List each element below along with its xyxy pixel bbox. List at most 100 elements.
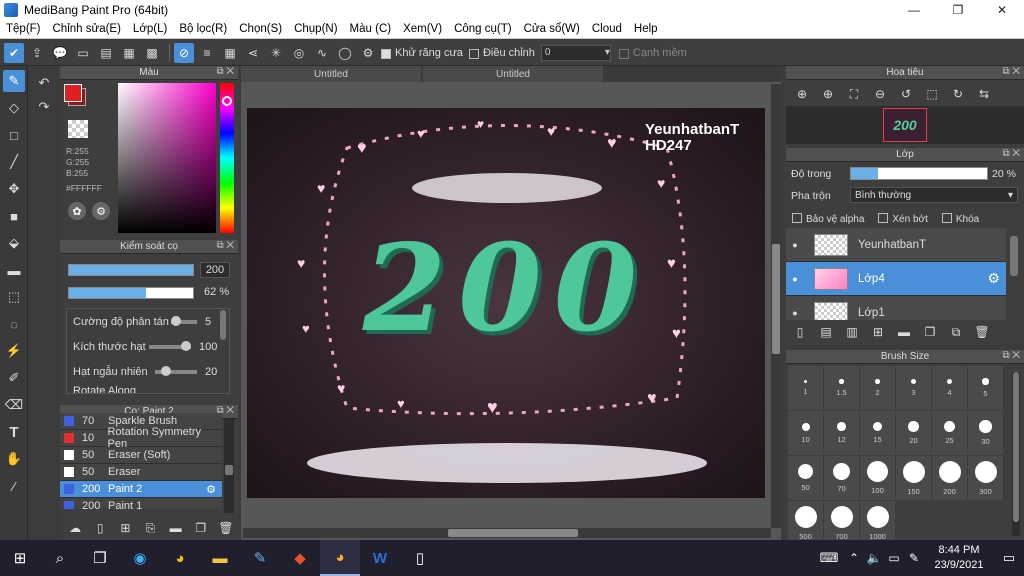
brush-size-cell[interactable]: 12: [824, 411, 859, 455]
horizontal-scrollbar[interactable]: [243, 528, 771, 538]
language-icon[interactable]: ✎: [904, 540, 924, 576]
smudge-tool-icon[interactable]: ╱: [3, 151, 25, 173]
panel-close-icon[interactable]: ⧉ ✕: [216, 66, 234, 77]
new-layer-icon[interactable]: ▯: [790, 322, 810, 342]
delete-brush-icon[interactable]: 🗑: [217, 518, 235, 538]
protect-alpha-checkbox[interactable]: [792, 213, 802, 223]
ellipse-snap-icon[interactable]: ◯: [335, 43, 355, 63]
lock-option[interactable]: Khóa: [941, 212, 979, 225]
hue-handle[interactable]: [222, 96, 232, 106]
menu-select[interactable]: Chọn(S): [233, 23, 288, 35]
parallel-snap-icon[interactable]: ≡: [197, 43, 217, 63]
task-view-icon[interactable]: ❐: [80, 540, 120, 576]
redo-icon[interactable]: ↷: [33, 96, 55, 118]
brush-size-cell[interactable]: 10: [788, 411, 823, 455]
zoom-in-icon[interactable]: ⊕: [818, 84, 838, 104]
panel-close-icon[interactable]: ⧉ ✕: [1002, 350, 1020, 361]
share-icon[interactable]: ⇪: [27, 43, 47, 63]
phone-app-icon[interactable]: ▯: [400, 540, 440, 576]
brush-size-cell[interactable]: 15: [860, 411, 895, 455]
select-eraser-tool-icon[interactable]: ⌫: [3, 394, 25, 416]
eyedropper-tool-icon[interactable]: ⁄: [3, 475, 25, 497]
close-button[interactable]: ✕: [980, 0, 1024, 20]
vertical-scrollbar[interactable]: [771, 84, 781, 528]
hand-tool-icon[interactable]: ✋: [3, 448, 25, 470]
layer-item[interactable]: ● YeunhatbanT: [786, 228, 1006, 262]
rotate-left-icon[interactable]: ↺: [896, 84, 916, 104]
network-icon[interactable]: ▭: [884, 540, 904, 576]
chrome-browser-icon[interactable]: ◕: [160, 540, 200, 576]
brush-size-cell[interactable]: 100: [860, 456, 895, 500]
snap-settings-icon[interactable]: ⚙: [358, 43, 378, 63]
duplicate-layer-icon[interactable]: ❐: [920, 322, 940, 342]
layer-opacity-slider[interactable]: [850, 167, 988, 180]
add-brush-icon[interactable]: ⊞: [116, 518, 134, 538]
rotate-right-icon[interactable]: ↻: [948, 84, 968, 104]
brush-size-cell[interactable]: 20: [896, 411, 931, 455]
menu-help[interactable]: Help: [628, 23, 664, 35]
brush-size-cell[interactable]: 150: [896, 456, 931, 500]
palette-icon[interactable]: ✿: [68, 202, 86, 220]
volume-icon[interactable]: 🔈: [864, 540, 884, 576]
brush-size-cell[interactable]: 4: [932, 366, 967, 410]
clip-option[interactable]: Xén bớt: [878, 212, 928, 225]
brush-size-cell[interactable]: 25: [932, 411, 967, 455]
add-layer-menu-icon[interactable]: ⊞: [868, 322, 888, 342]
reset-view-icon[interactable]: ⬚: [922, 84, 942, 104]
windows-start-icon[interactable]: ⊞: [0, 540, 40, 576]
menu-snap[interactable]: Chụp(N): [288, 23, 343, 35]
comment-icon[interactable]: 💬: [50, 43, 70, 63]
file-explorer-icon[interactable]: ▬: [200, 540, 240, 576]
brush-size-cell[interactable]: 30: [968, 411, 1003, 455]
brush-list-item[interactable]: 10 Rotation Symmetry Pen: [60, 426, 222, 450]
photo-app-icon[interactable]: ◆: [280, 540, 320, 576]
menu-tools[interactable]: Công cụ(T): [448, 23, 518, 35]
canvas-icon[interactable]: ✔: [4, 42, 24, 63]
gradient-tool-icon[interactable]: ▬: [3, 259, 25, 281]
eraser-tool-icon[interactable]: ◇: [3, 97, 25, 119]
brush-size-slider[interactable]: [68, 264, 194, 276]
fill-rect-tool-icon[interactable]: ■: [3, 205, 25, 227]
text-tool-icon[interactable]: T: [3, 421, 25, 443]
saturation-value-picker[interactable]: [118, 83, 216, 233]
bucket-tool-icon[interactable]: ⬙: [3, 232, 25, 254]
message-icon[interactable]: ▭: [73, 43, 93, 63]
word-app-icon[interactable]: W: [360, 540, 400, 576]
menu-cloud[interactable]: Cloud: [586, 23, 628, 35]
brush-size-cell[interactable]: 300: [968, 456, 1003, 500]
lock-checkbox[interactable]: [941, 213, 952, 223]
merge-layer-icon[interactable]: ⧉: [946, 322, 966, 342]
brush-size-cell[interactable]: 2: [860, 366, 895, 410]
brush-size-cell[interactable]: 3: [896, 366, 931, 410]
layer-item[interactable]: ● Lớp4 ⚙: [786, 262, 1006, 296]
menu-file[interactable]: Tệp(F): [0, 23, 47, 35]
duplicate-brush-icon[interactable]: ❐: [192, 518, 210, 538]
cross-snap-icon[interactable]: ▦: [220, 43, 240, 63]
tray-chevron-icon[interactable]: ⌃: [844, 540, 864, 576]
layer-visibility-icon[interactable]: ●: [786, 240, 804, 250]
antialias-checkbox[interactable]: [381, 48, 391, 59]
zoom-out-icon[interactable]: ⊖: [870, 84, 890, 104]
brush-size-cell[interactable]: 1000: [860, 501, 895, 545]
select-pen-tool-icon[interactable]: ✐: [3, 367, 25, 389]
panel-close-icon[interactable]: ⧉ ✕: [216, 240, 234, 251]
brush-list-item[interactable]: 200 Paint 2 ⚙: [60, 481, 222, 498]
panel-close-icon[interactable]: ⧉ ✕: [1002, 66, 1020, 77]
brush-size-cell[interactable]: 1.5: [824, 366, 859, 410]
param-slider[interactable]: [155, 365, 197, 376]
select-rect-tool-icon[interactable]: ⬚: [3, 286, 25, 308]
panel-close-icon[interactable]: ⧉ ✕: [1002, 148, 1020, 159]
notification-icon[interactable]: ▭: [994, 540, 1024, 576]
maximize-button[interactable]: ❐: [936, 0, 980, 20]
protect-alpha-option[interactable]: Bảo vệ alpha: [792, 212, 864, 225]
grid-edit-icon[interactable]: ▩: [142, 43, 162, 63]
brush-size-value[interactable]: 200: [200, 262, 230, 278]
adjust-combo[interactable]: 0 ▾: [540, 44, 611, 61]
new-brush-icon[interactable]: ▯: [91, 518, 109, 538]
brush-opacity-slider[interactable]: [68, 287, 194, 299]
copy-brush-icon[interactable]: ⎘: [141, 518, 159, 538]
soft-edge-checkbox[interactable]: [618, 48, 629, 59]
artwork-canvas[interactable]: ♥ ♥ ♥ ♥ ♥ ♥ ♥ ♥ ♥ ♥ ♥ ♥ ♥ ♥ ♥ 200 YeunhatbanT HD24…: [247, 108, 765, 498]
menu-view[interactable]: Xem(V): [397, 23, 448, 35]
adjust-checkbox[interactable]: [468, 48, 479, 59]
